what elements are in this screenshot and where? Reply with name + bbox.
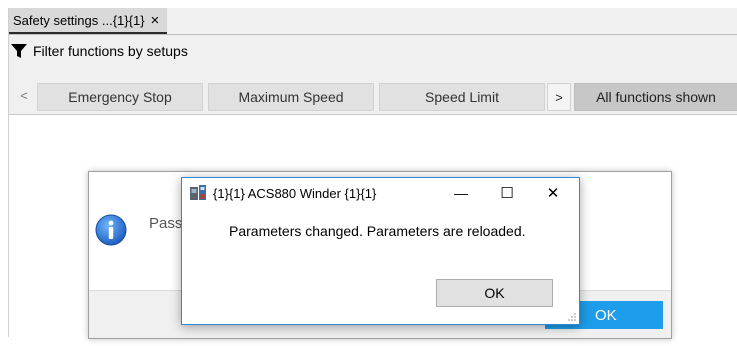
dialog-title: {1}{1} ACS880 Winder {1}{1} [213, 186, 377, 201]
maximize-button[interactable]: ☐ [484, 178, 530, 208]
all-functions-shown-button[interactable]: All functions shown [574, 83, 737, 111]
close-icon: ✕ [546, 185, 560, 202]
dialog-message: Parameters changed. Parameters are reloa… [229, 223, 526, 239]
filter-label: Filter functions by setups [33, 43, 188, 59]
next-functions-button[interactable]: > [547, 83, 571, 111]
parameters-changed-dialog: {1}{1} ACS880 Winder {1}{1} — ☐ ✕ Parame… [181, 177, 580, 325]
function-button-maximum-speed[interactable]: Maximum Speed [208, 83, 374, 111]
maximize-icon: ☐ [500, 185, 514, 202]
prev-functions-button[interactable]: < [13, 83, 35, 107]
tab-strip-divider [9, 34, 737, 35]
background-dialog-text: Pass [149, 215, 183, 232]
acs880-drive-icon [190, 185, 206, 200]
tab-title: Safety settings ...{1}{1} [13, 12, 145, 28]
resize-grip-icon[interactable] [567, 312, 577, 322]
function-bar: < Emergency Stop Maximum Speed Speed Lim… [9, 75, 737, 111]
minimize-button[interactable]: — [438, 178, 484, 208]
info-icon [95, 214, 127, 246]
tab-close-icon[interactable]: × [151, 13, 160, 28]
ok-button[interactable]: OK [436, 279, 553, 307]
minimize-icon: — [454, 185, 468, 201]
function-button-speed-limit[interactable]: Speed Limit [379, 83, 545, 111]
function-button-emergency-stop[interactable]: Emergency Stop [37, 83, 203, 111]
tab-safety-settings[interactable]: Safety settings ...{1}{1} × [9, 8, 168, 34]
filter-by-setups[interactable]: Filter functions by setups [11, 41, 188, 61]
close-button[interactable]: ✕ [530, 178, 576, 208]
funnel-icon [11, 44, 27, 58]
dialog-titlebar[interactable]: {1}{1} ACS880 Winder {1}{1} — ☐ ✕ [182, 178, 579, 208]
